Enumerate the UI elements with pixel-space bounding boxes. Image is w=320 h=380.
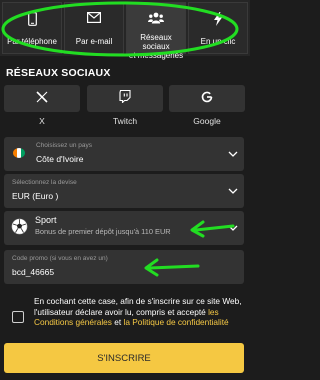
x-logo-icon <box>36 90 48 108</box>
tab-social-label-line2: et messageries <box>128 51 184 60</box>
tab-phone[interactable]: Par téléphone <box>2 2 62 54</box>
currency-select-value: EUR (Euro ) <box>12 191 59 201</box>
tab-email-label: Par e-mail <box>75 37 113 46</box>
twitch-login-label: Twitch <box>112 116 138 126</box>
currency-select[interactable]: Sélectionnez la devise EUR (Euro ) <box>4 174 244 208</box>
promo-code-label: Code promo (si vous en avez un) <box>12 255 108 262</box>
bonus-select-description: Bonus de premier dépôt jusqu'à 110 EUR <box>35 227 171 236</box>
twitch-logo-icon <box>119 89 131 108</box>
country-select-label: Choisissez un pays <box>36 142 92 149</box>
envelope-icon <box>65 12 123 26</box>
tab-social-label-line1: Réseaux sociaux <box>140 33 172 51</box>
x-login-button[interactable] <box>4 85 80 112</box>
promo-code-field[interactable]: Code promo (si vous en avez un) bcd_4666… <box>4 250 244 284</box>
terms-checkbox[interactable] <box>12 311 24 323</box>
google-login-label: Google <box>193 116 221 126</box>
register-button[interactable]: S'INSCRIRE <box>4 343 244 373</box>
bonus-select-title: Sport <box>35 215 57 225</box>
section-title: RÉSEAUX SOCIAUX <box>6 67 111 79</box>
country-select-value: Côte d'Ivoire <box>36 154 84 164</box>
terms-consent-text: En cochant cette case, afin de s'inscrir… <box>34 296 244 328</box>
soccer-ball-icon <box>11 218 28 240</box>
tab-email[interactable]: Par e-mail <box>64 2 124 54</box>
people-icon <box>127 12 185 26</box>
promo-code-value: bcd_46665 <box>12 267 55 277</box>
currency-select-label: Sélectionnez la devise <box>12 179 77 186</box>
tab-one-click[interactable]: En un clic <box>188 2 248 54</box>
phone-icon <box>3 12 61 26</box>
privacy-policy-link[interactable]: la Politique de confidentialité <box>123 317 228 327</box>
registration-method-tabs: Par téléphone Par e-mail Réseaux sociaux… <box>0 0 250 60</box>
tab-social-label: Réseaux sociaux et messageries <box>127 33 185 60</box>
ivory-coast-flag-icon <box>13 148 25 158</box>
bonus-select[interactable]: Sport Bonus de premier dépôt jusqu'à 110… <box>4 211 244 245</box>
chevron-down-icon <box>228 151 238 157</box>
x-login-label: X <box>39 116 45 126</box>
twitch-login-button[interactable] <box>87 85 163 112</box>
country-select[interactable]: Choisissez un pays Côte d'Ivoire <box>4 137 244 171</box>
tab-one-click-label: En un clic <box>200 37 236 46</box>
tab-social-networks[interactable]: Réseaux sociaux et messageries <box>126 2 186 60</box>
google-logo-icon <box>201 90 213 108</box>
chevron-down-icon <box>228 225 238 231</box>
chevron-down-icon <box>228 188 238 194</box>
consent-middle: et <box>111 317 124 327</box>
lightning-icon <box>189 12 247 26</box>
google-login-button[interactable] <box>169 85 245 112</box>
tab-phone-label: Par téléphone <box>7 37 57 46</box>
